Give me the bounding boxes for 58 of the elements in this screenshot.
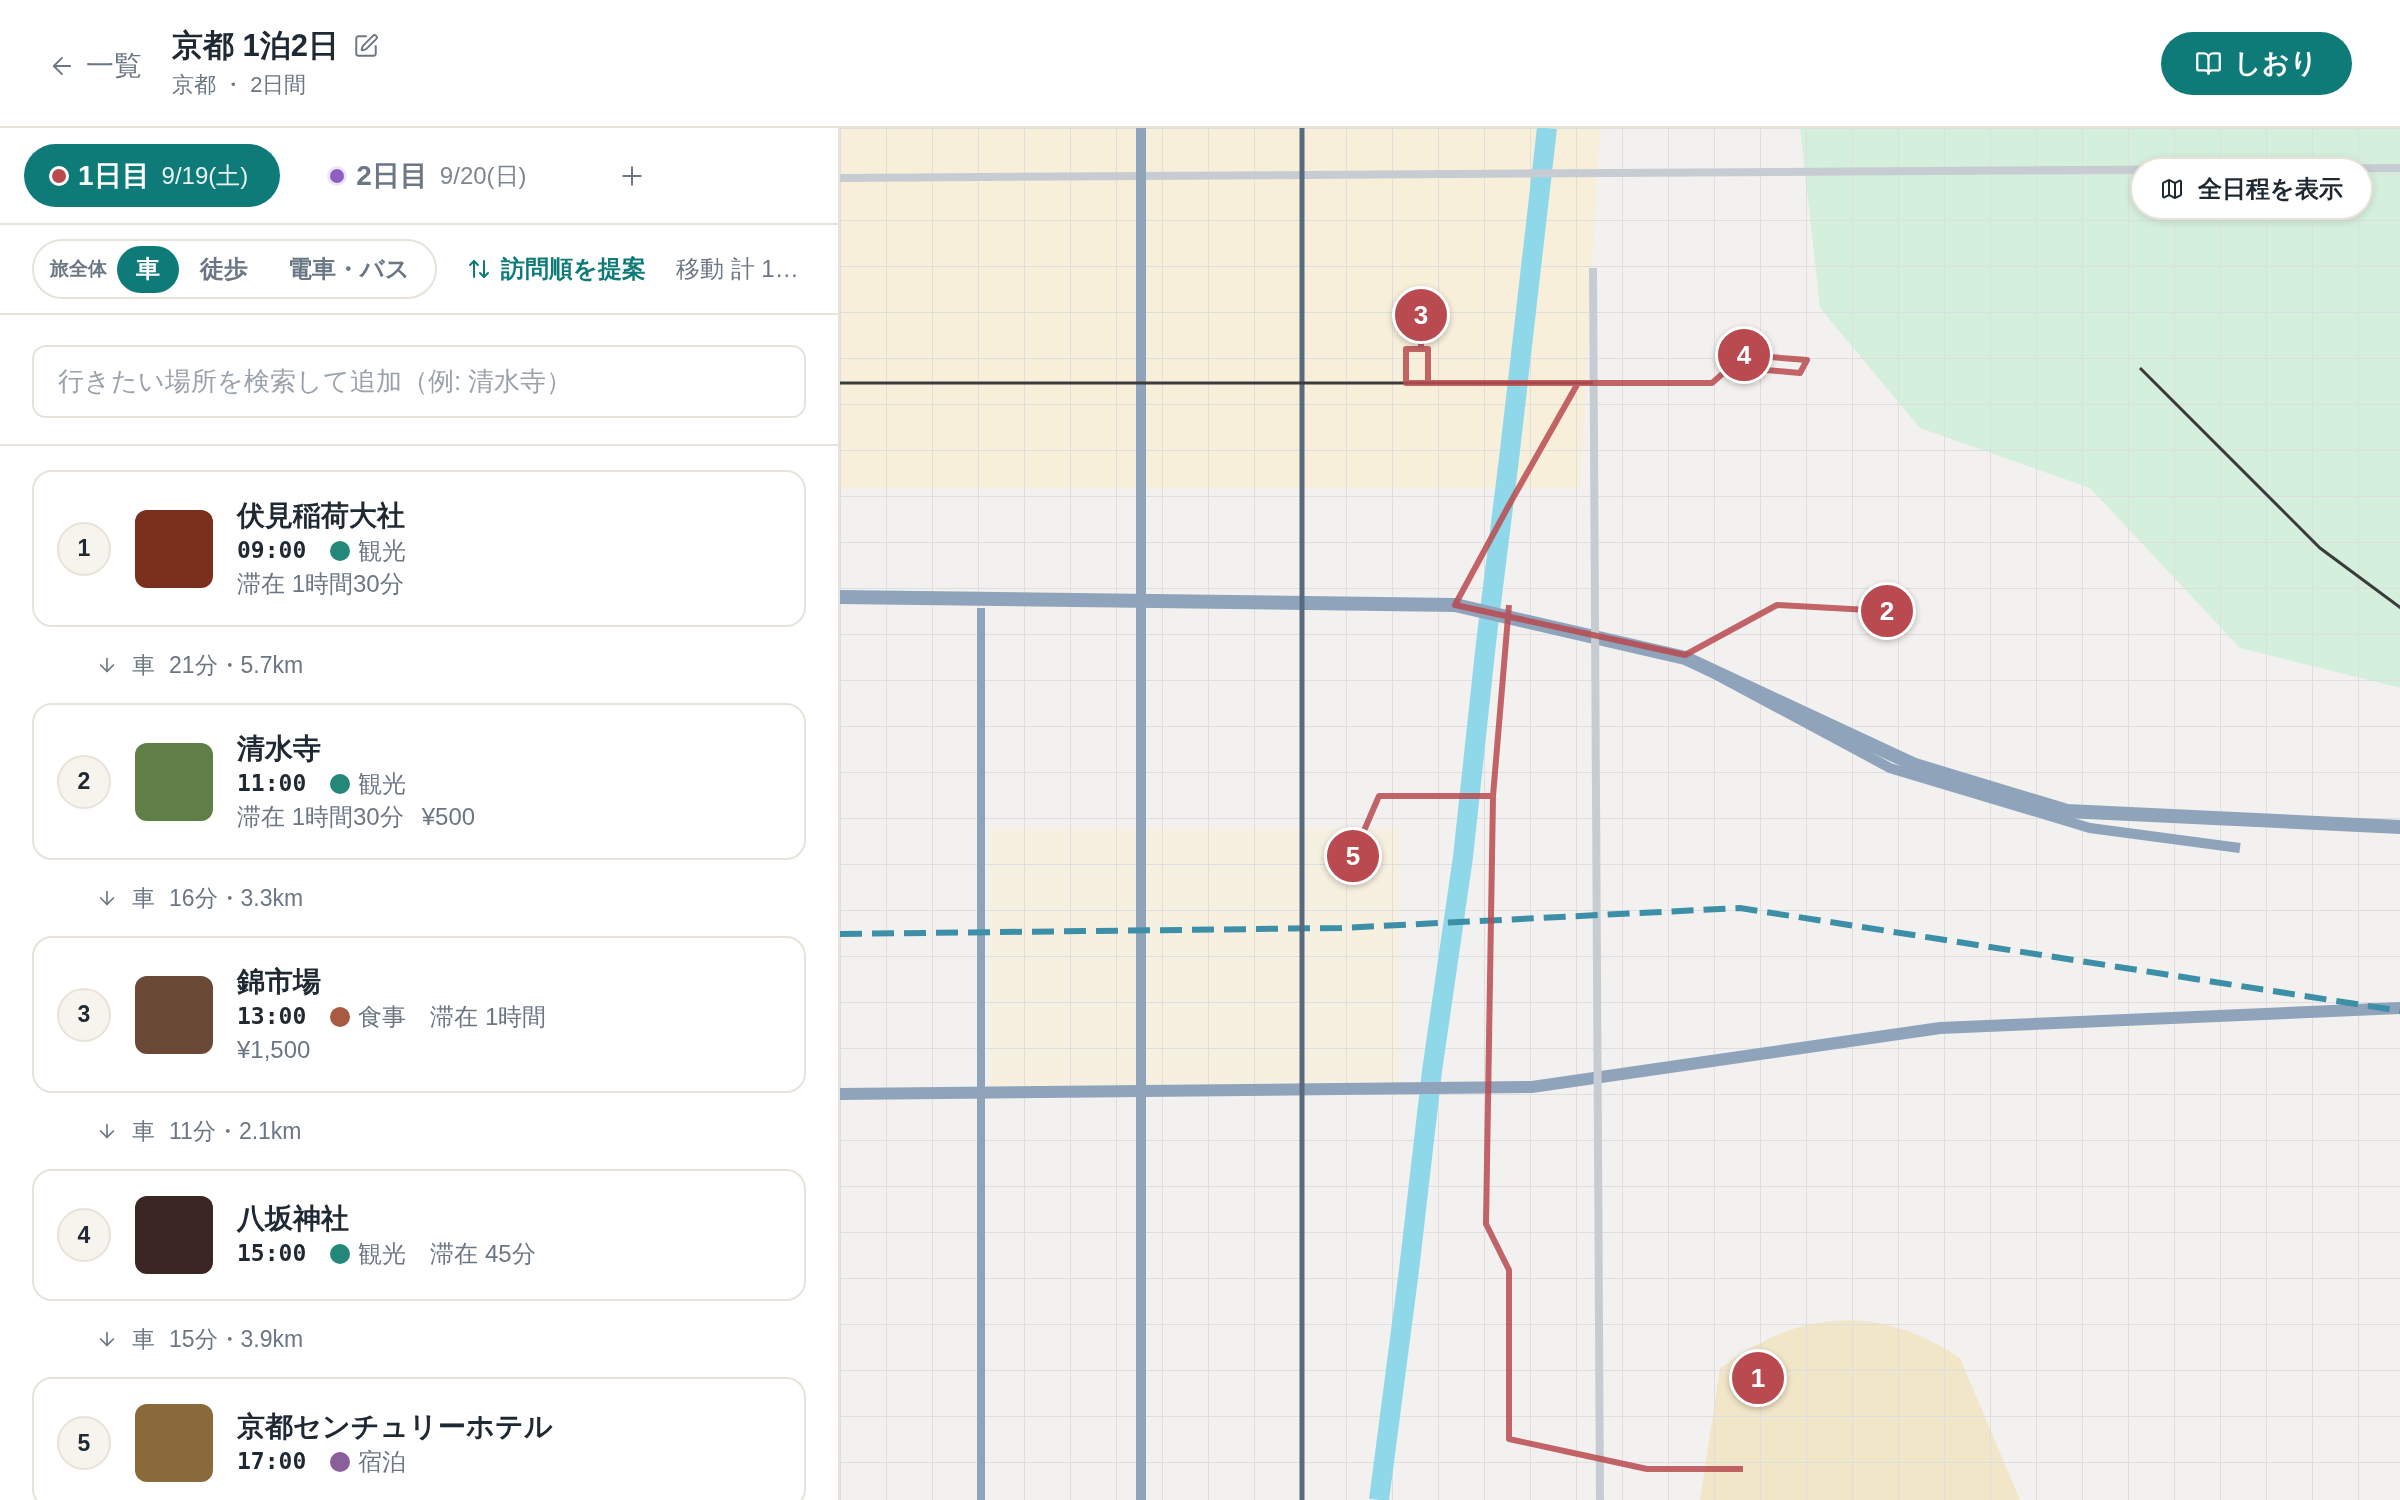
map-icon xyxy=(2160,176,2184,201)
stop-card[interactable]: 3 錦市場 13:00 食事 滞在 1時間 ¥1,500 xyxy=(32,936,806,1093)
category-label: 食事 xyxy=(358,1002,407,1032)
day-tab[interactable]: 2日目 9/20(日) xyxy=(302,144,559,207)
stop-name: 清水寺 xyxy=(237,732,322,766)
category-label: 観光 xyxy=(358,1239,407,1269)
stop-detail: 滞在 45分 xyxy=(430,1239,536,1269)
transit-detail: 15分・3.9km xyxy=(169,1324,304,1354)
transit-mode: 車 xyxy=(132,883,155,913)
stop-detail: 滞在 1時間30分 xyxy=(237,802,404,832)
search-field[interactable]: 行きたい場所を検索して追加（例: 清水寺） xyxy=(32,345,806,418)
stop-number: 5 xyxy=(57,1416,111,1470)
stop-card[interactable]: 2 清水寺 11:00 観光 滞在 1時間30分 ¥500 xyxy=(32,703,806,860)
transit-detail: 21分・5.7km xyxy=(169,650,304,680)
show-all-button[interactable]: 全日程を表示 xyxy=(2130,157,2373,220)
suggest-order-button[interactable]: 訪問順を提案 xyxy=(467,253,646,285)
stop-number: 3 xyxy=(57,987,111,1042)
stop-time: 09:00 xyxy=(237,536,307,565)
stop-time: 13:00 xyxy=(237,1002,307,1031)
transit-mode: 車 xyxy=(132,650,155,680)
transport-mode-button[interactable]: 電車・バス xyxy=(269,245,429,293)
stop-card[interactable]: 4 八坂神社 15:00 観光 滞在 45分 xyxy=(32,1169,806,1301)
edit-button[interactable] xyxy=(353,33,380,59)
transport-mode-button[interactable]: 徒歩 xyxy=(181,245,267,293)
stop-time: 11:00 xyxy=(237,769,307,798)
stop-detail: ¥1,500 xyxy=(237,1035,311,1065)
transport-mode-button[interactable]: 車 xyxy=(117,245,179,293)
stop-detail: 滞在 1時間30分 xyxy=(237,569,404,599)
trip-title: 京都 1泊2日 xyxy=(172,27,340,65)
day-tab[interactable]: 1日目 9/19(土) xyxy=(24,144,281,207)
back-link[interactable]: 一覧 xyxy=(48,47,142,85)
stop-number: 2 xyxy=(57,754,111,809)
stop-time: 15:00 xyxy=(237,1239,307,1268)
stop-detail: 滞在 1時間 xyxy=(430,1002,547,1032)
category-label: 観光 xyxy=(358,536,407,566)
stop-time: 17:00 xyxy=(237,1447,307,1476)
transit-mode: 車 xyxy=(132,1324,155,1354)
stop-name: 伏見稲荷大社 xyxy=(237,499,406,533)
category-label: 観光 xyxy=(358,769,407,799)
travel-total: 移動 計 1… xyxy=(676,254,799,284)
stop-name: 八坂神社 xyxy=(237,1202,350,1236)
stop-number: 4 xyxy=(57,1208,111,1262)
stop-card[interactable]: 1 伏見稲荷大社 09:00 観光 滞在 1時間30分 xyxy=(32,470,806,627)
transit-detail: 11分・2.1km xyxy=(169,1116,302,1146)
scope-label: 旅全体 xyxy=(50,257,107,281)
shiori-button[interactable]: しおり xyxy=(2161,31,2352,95)
trip-subtitle: 京都 ・ 2日間 xyxy=(172,71,308,99)
transit-detail: 16分・3.3km xyxy=(169,883,304,913)
category-label: 宿泊 xyxy=(358,1447,407,1477)
stop-name: 京都センチュリーホテル xyxy=(237,1410,553,1444)
book-icon xyxy=(2195,49,2222,77)
stop-detail: ¥500 xyxy=(421,802,476,832)
sort-icon xyxy=(467,257,491,281)
transit-mode: 車 xyxy=(132,1116,155,1146)
edit-icon xyxy=(353,33,380,59)
stop-number: 1 xyxy=(57,521,111,576)
stop-card[interactable]: 5 京都センチュリーホテル 17:00 宿泊 xyxy=(32,1377,806,1500)
stop-name: 錦市場 xyxy=(237,965,322,999)
